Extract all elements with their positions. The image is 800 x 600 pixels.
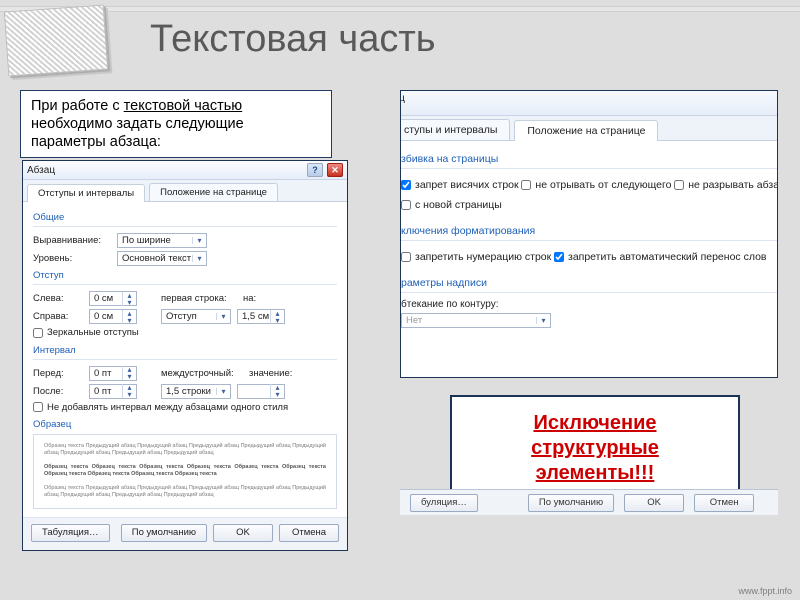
linespacing-value-spin[interactable]: ▴▾ [237, 384, 285, 399]
group-textbox-options: раметры надписи [401, 277, 778, 289]
space-after-spin[interactable]: 0 пт▴▾ [89, 384, 137, 399]
value-label: значение: [249, 368, 297, 379]
default-button[interactable]: По умолчанию [528, 494, 614, 512]
cancel-button[interactable]: Отмен [694, 494, 754, 512]
footer-link: www.fppt.info [738, 586, 792, 596]
space-after-label: После: [33, 386, 83, 397]
default-button[interactable]: По умолчанию [121, 524, 207, 542]
dialog-tabs: ступы и интервалы Положение на странице [400, 116, 778, 141]
space-before-spin[interactable]: 0 пт▴▾ [89, 366, 137, 381]
chevron-down-icon: ▾ [192, 237, 204, 244]
group-format-exceptions: ключения форматирования [401, 225, 778, 237]
chevron-down-icon: ▾ [536, 317, 548, 324]
linespacing-combo[interactable]: 1,5 строки▾ [161, 384, 231, 399]
chevron-down-icon: ▾ [216, 388, 228, 395]
no-extra-space-checkbox[interactable]: Не добавлять интервал между абзацами одн… [33, 402, 288, 413]
indent-right-label: Справа: [33, 311, 83, 322]
level-combo[interactable]: Основной текст▾ [117, 251, 207, 266]
keep-lines-together-checkbox[interactable]: не разрывать абзац [674, 179, 778, 191]
paragraph-dialog-page-position: ац ? ✕ ступы и интервалы Положение на ст… [400, 90, 778, 378]
alignment-label: Выравнивание: [33, 235, 111, 246]
ok-button[interactable]: OK [624, 494, 684, 512]
help-icon[interactable]: ? [307, 163, 323, 177]
cancel-button[interactable]: Отмена [279, 524, 339, 542]
keep-with-next-checkbox[interactable]: не отрывать от следующего [521, 179, 671, 191]
suppress-line-numbers-checkbox[interactable]: запретить нумерацию строк [401, 251, 551, 263]
ok-button[interactable]: OK [213, 524, 273, 542]
indent-left-spin[interactable]: 0 см▴▾ [89, 291, 137, 306]
dialog-title: ац [400, 92, 405, 104]
group-pagination: збивка на страницы [401, 153, 778, 165]
alignment-combo[interactable]: По ширине▾ [117, 233, 207, 248]
firstline-combo[interactable]: Отступ▾ [161, 309, 231, 324]
firstline-label: первая строка: [161, 293, 237, 304]
page-break-before-checkbox[interactable]: с новой страницы [401, 199, 502, 211]
callout-exclusion: Исключение структурные элементы!!! [450, 395, 740, 502]
dialog-titlebar: Абзац ? ✕ [23, 161, 347, 180]
space-before-label: Перед: [33, 368, 83, 379]
firstline-on-spin[interactable]: 1,5 см▴▾ [237, 309, 285, 324]
preview-box: Образец текста Предыдущий абзац Предыдущ… [33, 434, 337, 509]
indent-right-spin[interactable]: 0 см▴▾ [89, 309, 137, 324]
chevron-down-icon: ▾ [216, 313, 228, 320]
tab-pagination[interactable]: Положение на странице [149, 183, 278, 201]
paragraph-dialog: Абзац ? ✕ Отступы и интервалы Положение … [22, 160, 348, 551]
close-icon[interactable]: ✕ [327, 163, 343, 177]
mirror-indents-checkbox[interactable]: Зеркальные отступы [33, 327, 139, 338]
tight-wrap-combo[interactable]: Нет▾ [401, 313, 551, 328]
decorative-blueprint-image [4, 5, 108, 77]
on-label: на: [243, 293, 265, 304]
tab-pagination[interactable]: Положение на странице [514, 120, 658, 141]
tabstops-button[interactable]: буляция… [410, 494, 478, 512]
group-preview: Образец [33, 419, 337, 430]
widow-orphan-checkbox[interactable]: запрет висячих строк [401, 179, 519, 191]
tab-indents-spacing[interactable]: ступы и интервалы [400, 119, 510, 140]
note-card: При работе с текстовой частью необходимо… [20, 90, 332, 158]
group-interval: Интервал [33, 345, 337, 356]
level-label: Уровень: [33, 253, 111, 264]
indent-left-label: Слева: [33, 293, 83, 304]
chevron-down-icon: ▾ [192, 255, 204, 262]
linespacing-label: междустрочный: [161, 368, 243, 379]
no-hyphenation-checkbox[interactable]: запретить автоматический перенос слов [554, 251, 767, 263]
tight-wrap-label: бтекание по контуру: [401, 299, 521, 310]
group-indent: Отступ [33, 270, 337, 281]
dialog-title: Абзац [27, 165, 55, 176]
dialog-tabs: Отступы и интервалы Положение на страниц… [23, 180, 347, 202]
tabstops-button[interactable]: Табуляция… [31, 524, 110, 542]
group-common: Общие [33, 212, 337, 223]
tab-indents-spacing[interactable]: Отступы и интервалы [27, 184, 145, 202]
dialog-buttons-cropped: буляция… По умолчанию OK Отмен [400, 489, 778, 515]
slide-title: Текстовая часть [150, 18, 436, 61]
dialog-titlebar: ац ? ✕ [400, 90, 778, 116]
